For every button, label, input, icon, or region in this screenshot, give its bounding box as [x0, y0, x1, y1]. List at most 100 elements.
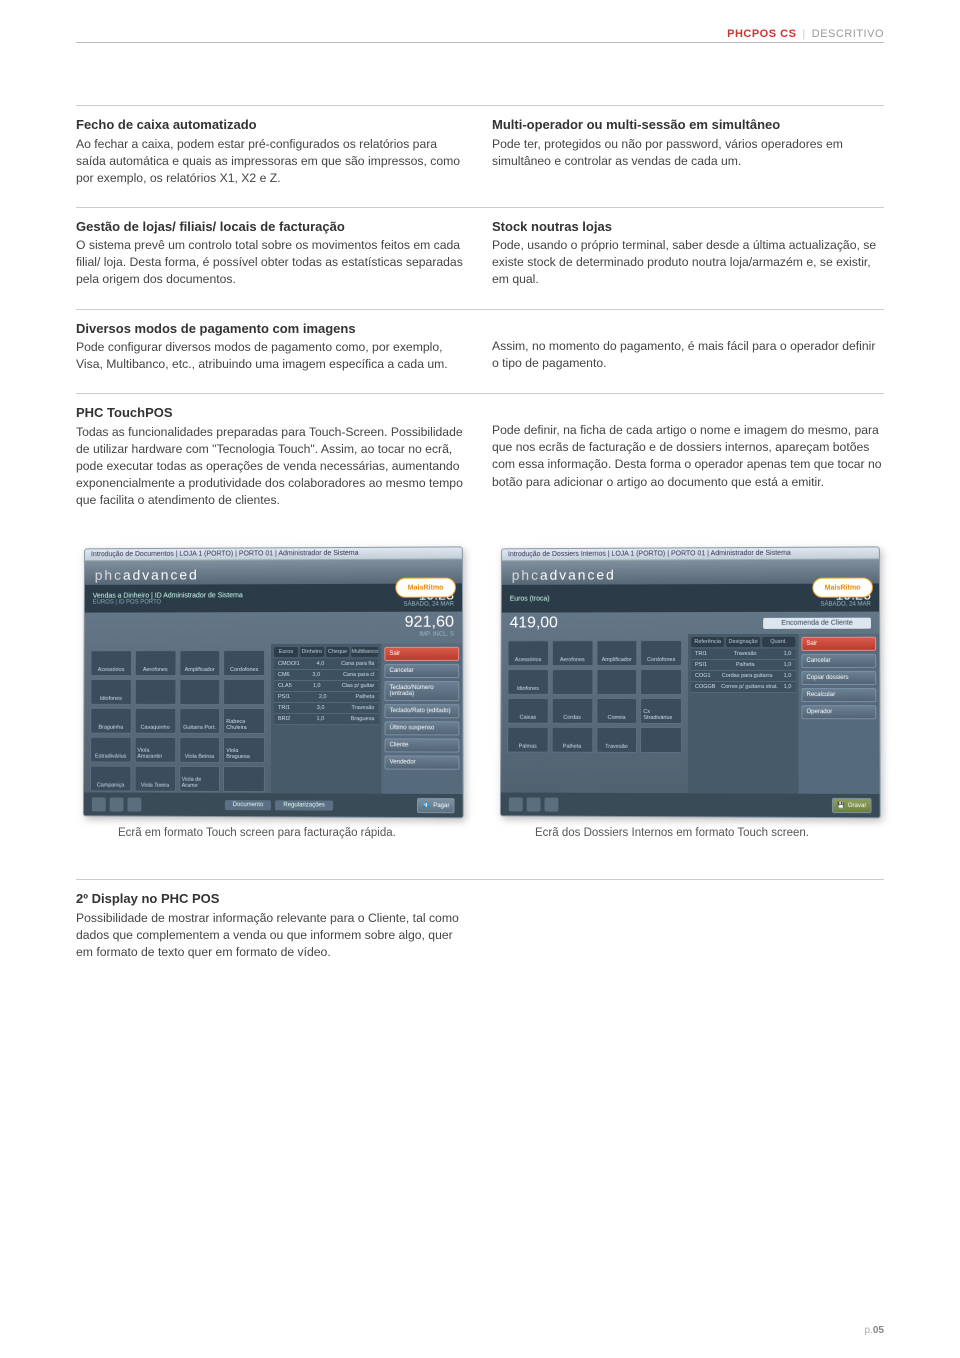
- list-item[interactable]: TRI13,0Travesão: [273, 703, 377, 714]
- product-button[interactable]: Idiofones: [507, 669, 548, 695]
- foot-icon[interactable]: [91, 797, 105, 811]
- product-button[interactable]: Acessórios: [507, 640, 548, 666]
- product-button[interactable]: Idiofones: [90, 679, 131, 705]
- pos-left-bar-sub: EUROS | ID POS PORTO: [92, 599, 242, 605]
- bottom-body: Possibilidade de mostrar informação rele…: [76, 910, 468, 961]
- side-button[interactable]: Teclado/Número (entrada): [384, 681, 459, 701]
- side-button[interactable]: Sair: [384, 647, 459, 661]
- list-item[interactable]: PSI12,0Palheta: [273, 692, 377, 703]
- product-button[interactable]: Braguinha: [90, 708, 131, 734]
- gravar-button[interactable]: 💾 Gravar: [832, 798, 871, 813]
- caption-left: Ecrã em formato Touch screen para factur…: [76, 827, 467, 839]
- pay-tab[interactable]: Cheque: [325, 647, 349, 657]
- list-item[interactable]: CMOOI14,0Cana para fla: [274, 659, 378, 670]
- pay-tab[interactable]: Euros: [274, 647, 298, 657]
- product-button[interactable]: Viola Beiroa: [178, 737, 220, 763]
- block2-left-title: Diversos modos de pagamento com imagens: [76, 320, 468, 338]
- side-button[interactable]: Sair: [801, 637, 876, 651]
- foot-icon[interactable]: [508, 797, 522, 811]
- product-button[interactable]: Travesão: [595, 727, 637, 753]
- product-button[interactable]: Viola Braguesa: [223, 737, 265, 763]
- list-item[interactable]: BRI21,0Braguesa: [273, 714, 377, 725]
- screenshots-row: Introdução de Documentos | LOJA 1 (PORTO…: [76, 547, 884, 839]
- pos-right-footer: 💾 Gravar: [500, 793, 879, 818]
- side-button[interactable]: Teclado/Rato (editado): [384, 704, 459, 718]
- product-button[interactable]: Cx Stradivárius: [640, 698, 682, 724]
- product-button[interactable]: [134, 679, 175, 705]
- section-row-3: PHC TouchPOS Todas as funcionalidades pr…: [76, 393, 884, 523]
- product-button[interactable]: [640, 727, 682, 753]
- product-button[interactable]: Estradivárius: [90, 737, 131, 763]
- product-button[interactable]: [640, 669, 682, 695]
- encomenda-select[interactable]: Encomenda de Cliente: [763, 617, 871, 628]
- product-button[interactable]: Guitarra Port.: [178, 708, 220, 734]
- list-item[interactable]: TRI1Travesão1,0: [691, 649, 795, 660]
- pos-left-total: 921,60 IMP. INCL. S: [84, 612, 462, 645]
- block2-left-body: Pode configurar diversos modos de pagame…: [76, 339, 468, 373]
- section-row-bottom: 2º Display no PHC POS Possibilidade de m…: [76, 879, 884, 975]
- pay-tab[interactable]: Quant.: [761, 637, 795, 647]
- product-button[interactable]: [551, 669, 592, 695]
- list-item[interactable]: COGGBCorres p/ guitarra strat.1,0: [690, 682, 794, 693]
- product-button[interactable]: Cordas: [551, 698, 592, 724]
- product-button[interactable]: Caixas: [507, 698, 548, 724]
- side-button[interactable]: Copiar dossiers: [801, 671, 876, 685]
- product-button[interactable]: Viola de Arame: [178, 766, 220, 792]
- side-button[interactable]: Cliente: [384, 739, 459, 753]
- product-button[interactable]: Cordofones: [640, 640, 682, 666]
- side-button[interactable]: Recalcular: [801, 688, 876, 702]
- foot-icon[interactable]: [526, 797, 540, 811]
- block1-left-title: Gestão de lojas/ filiais/ locais de fact…: [76, 218, 468, 236]
- pos-screenshot-right: Introdução de Dossiers Internos | LOJA 1…: [499, 547, 880, 819]
- block1-right-title: Stock noutras lojas: [492, 218, 884, 236]
- product-button[interactable]: Campaniça: [89, 766, 130, 792]
- product-button[interactable]: Correia: [595, 698, 637, 724]
- foot-icon[interactable]: [109, 797, 123, 811]
- product-button[interactable]: Amplificador: [178, 650, 220, 676]
- product-button[interactable]: Palmas: [507, 727, 548, 753]
- product-button[interactable]: Viola Toeira: [134, 766, 175, 792]
- maisritmo-badge: MaisRitmo: [395, 578, 456, 598]
- product-button[interactable]: [223, 766, 265, 792]
- side-button[interactable]: Vendedor: [384, 756, 459, 770]
- product-button[interactable]: [595, 669, 637, 695]
- header-product: PHCPOS CS: [727, 28, 796, 40]
- product-button[interactable]: Rabeca Chuleira: [223, 708, 265, 734]
- product-button[interactable]: Viola Amarantin: [134, 737, 175, 763]
- list-item[interactable]: PSI1Palheta1,0: [691, 660, 795, 671]
- product-button[interactable]: [178, 679, 220, 705]
- side-button[interactable]: Último suspenso: [384, 721, 459, 735]
- foot-icon[interactable]: [127, 797, 141, 811]
- product-button[interactable]: [223, 679, 265, 705]
- side-button[interactable]: Cancelar: [384, 664, 459, 678]
- side-button[interactable]: Operador: [801, 705, 876, 719]
- pay-tab[interactable]: Multibanco: [351, 647, 378, 657]
- product-button[interactable]: Aerofones: [551, 640, 592, 666]
- block3-left-title: PHC TouchPOS: [76, 404, 468, 422]
- block2-right-body: Assim, no momento do pagamento, é mais f…: [492, 338, 884, 372]
- product-button[interactable]: Palheta: [551, 727, 592, 753]
- foot-tab[interactable]: Regularizações: [275, 800, 333, 810]
- pay-tab[interactable]: Dinheiro: [299, 647, 323, 657]
- block0-right-title: Multi-operador ou multi-sessão em simult…: [492, 116, 884, 134]
- list-item[interactable]: CM63,0Cana para cl: [273, 670, 377, 681]
- block3-left-body: Todas as funcionalidades preparadas para…: [76, 424, 468, 509]
- pay-tab[interactable]: Referência: [691, 637, 724, 647]
- pos-left-footer: Documento Regularizações 💶 Pagar: [83, 793, 462, 818]
- list-item[interactable]: CLA51,0Clas p/ guitar: [273, 681, 377, 692]
- header-bar: PHCPOS CS | DESCRITIVO: [76, 28, 884, 43]
- product-button[interactable]: Cordofones: [223, 650, 265, 676]
- side-button[interactable]: Cancelar: [801, 654, 876, 668]
- foot-icon[interactable]: [544, 797, 558, 811]
- foot-tab[interactable]: Documento: [224, 800, 271, 810]
- product-button[interactable]: Amplificador: [595, 640, 637, 666]
- pos-left-bar-title: Vendas a Dinheiro | ID Administrador de …: [92, 592, 242, 599]
- pagar-button[interactable]: 💶 Pagar: [417, 798, 454, 813]
- pay-tab[interactable]: Designação: [726, 637, 759, 647]
- product-button[interactable]: Acessórios: [90, 650, 131, 676]
- caption-right: Ecrã dos Dossiers Internos em formato To…: [493, 827, 884, 839]
- product-button[interactable]: Cavaquinho: [134, 708, 175, 734]
- block0-left-body: Ao fechar a caixa, podem estar pré-confi…: [76, 136, 468, 187]
- product-button[interactable]: Aerofones: [134, 650, 175, 676]
- list-item[interactable]: COG1Cordas para guitarra1,0: [690, 671, 794, 682]
